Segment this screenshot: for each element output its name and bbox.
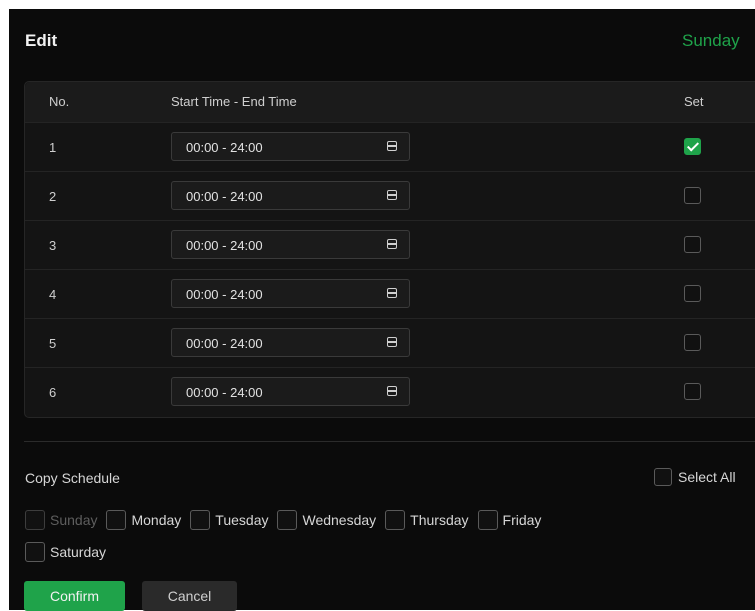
schedule-table: No. Start Time - End Time Set 1 00:00 - …	[24, 81, 755, 418]
day-option-wednesday[interactable]: Wednesday	[277, 509, 376, 531]
day-checkbox[interactable]	[385, 510, 406, 530]
day-option-tuesday[interactable]: Tuesday	[190, 509, 268, 531]
day-option-monday[interactable]: Monday	[106, 509, 181, 531]
select-all-option[interactable]: Select All	[654, 468, 736, 486]
calendar-icon[interactable]	[387, 386, 397, 396]
time-range-field[interactable]: 00:00 - 24:00	[171, 230, 410, 259]
table-row: 1 00:00 - 24:00	[25, 122, 755, 172]
day-option-thursday[interactable]: Thursday	[385, 509, 469, 531]
set-checkbox[interactable]	[684, 285, 701, 302]
table-row: 3 00:00 - 24:00	[25, 220, 755, 270]
table-header: No. Start Time - End Time Set	[25, 82, 755, 122]
day-option-sunday: Sunday	[25, 509, 97, 531]
set-checkbox[interactable]	[684, 236, 701, 253]
table-row: 5 00:00 - 24:00	[25, 318, 755, 368]
select-all-checkbox[interactable]	[654, 468, 672, 486]
time-range-value: 00:00 - 24:00	[186, 287, 263, 302]
day-checkbox[interactable]	[106, 510, 127, 530]
copy-days-group: Sunday Monday Tuesday Wednesday Thursday…	[25, 509, 725, 573]
row-number: 6	[49, 385, 57, 400]
header-time: Start Time - End Time	[171, 94, 297, 109]
day-label: Sunday	[50, 512, 98, 528]
time-range-value: 00:00 - 24:00	[186, 385, 263, 400]
day-checkbox[interactable]	[25, 542, 45, 562]
day-checkbox[interactable]	[190, 510, 211, 530]
day-label: Thursday	[410, 512, 469, 528]
row-number: 1	[49, 140, 57, 155]
selected-day-label: Sunday	[682, 31, 740, 50]
copy-schedule-label: Copy Schedule	[25, 470, 120, 486]
row-number: 3	[49, 238, 57, 253]
table-row: 2 00:00 - 24:00	[25, 171, 755, 221]
header-no: No.	[49, 94, 70, 109]
calendar-icon[interactable]	[387, 337, 397, 347]
time-range-value: 00:00 - 24:00	[186, 140, 263, 155]
row-number: 4	[49, 287, 57, 302]
row-number: 5	[49, 336, 57, 351]
time-range-field[interactable]: 00:00 - 24:00	[171, 132, 410, 161]
day-label: Tuesday	[215, 512, 269, 528]
dialog-title: Edit	[25, 31, 58, 50]
calendar-icon[interactable]	[387, 141, 397, 151]
time-range-value: 00:00 - 24:00	[186, 189, 263, 204]
time-range-field[interactable]: 00:00 - 24:00	[171, 279, 410, 308]
day-label: Friday	[502, 512, 542, 528]
set-checkbox[interactable]	[684, 138, 701, 155]
time-range-field[interactable]: 00:00 - 24:00	[171, 377, 410, 406]
day-label: Monday	[131, 512, 182, 528]
time-range-value: 00:00 - 24:00	[186, 336, 263, 351]
day-label: Saturday	[50, 544, 107, 560]
select-all-label: Select All	[678, 469, 736, 485]
set-checkbox[interactable]	[684, 334, 701, 351]
day-option-saturday[interactable]: Saturday	[25, 541, 106, 563]
time-range-field[interactable]: 00:00 - 24:00	[171, 181, 410, 210]
header-set: Set	[684, 94, 704, 109]
day-label: Wednesday	[302, 512, 377, 528]
edit-dialog: Edit Sunday No. Start Time - End Time Se…	[9, 9, 755, 611]
day-checkbox	[25, 510, 45, 530]
set-checkbox[interactable]	[684, 187, 701, 204]
cancel-button[interactable]: Cancel	[142, 581, 237, 611]
table-row: 6 00:00 - 24:00	[25, 367, 755, 417]
day-checkbox[interactable]	[277, 510, 298, 530]
confirm-button[interactable]: Confirm	[24, 581, 125, 611]
table-row: 4 00:00 - 24:00	[25, 269, 755, 319]
calendar-icon[interactable]	[387, 288, 397, 298]
section-divider	[24, 441, 755, 442]
time-range-value: 00:00 - 24:00	[186, 238, 263, 253]
day-checkbox[interactable]	[477, 510, 498, 530]
set-checkbox[interactable]	[684, 383, 701, 400]
time-range-field[interactable]: 00:00 - 24:00	[171, 328, 410, 357]
row-number: 2	[49, 189, 57, 204]
day-option-friday[interactable]: Friday	[477, 509, 542, 531]
calendar-icon[interactable]	[387, 190, 397, 200]
calendar-icon[interactable]	[387, 239, 397, 249]
